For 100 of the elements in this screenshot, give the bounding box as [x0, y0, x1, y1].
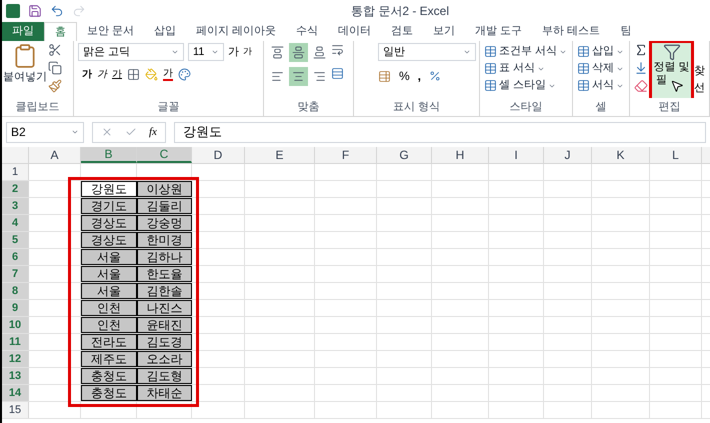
ribbon-button[interactable]: 조건부 서식	[484, 43, 568, 60]
ribbon-button[interactable]: 서식	[577, 77, 624, 94]
table-cell[interactable]: 서울	[81, 283, 137, 299]
table-cell[interactable]: 충청도	[81, 368, 137, 384]
ribbon-tab[interactable]: 수식	[286, 22, 328, 41]
table-cell[interactable]: 김한솔	[137, 283, 192, 299]
table-cell[interactable]: 충청도	[81, 385, 137, 401]
ribbon-tab[interactable]: 개발 도구	[465, 22, 532, 41]
border-icon[interactable]	[127, 68, 140, 81]
copy-icon[interactable]	[48, 61, 62, 75]
table-cell[interactable]: 윤태진	[137, 317, 192, 333]
column-header[interactable]: K	[592, 147, 650, 163]
ribbon-tab[interactable]: 홈	[44, 22, 77, 41]
ribbon-tab[interactable]: 보기	[423, 22, 466, 41]
caret-icon[interactable]	[171, 48, 179, 56]
ribbon-button[interactable]: 삽입	[577, 43, 624, 60]
table-cell[interactable]: 인천	[81, 300, 137, 316]
table-cell[interactable]: 강원도	[81, 181, 137, 197]
paste-button[interactable]: 붙여넣기	[6, 43, 44, 98]
table-cell[interactable]: 경기도	[81, 198, 137, 214]
bold-button[interactable]: 가	[82, 67, 92, 82]
font-color-button[interactable]: 가	[163, 68, 173, 80]
table-cell[interactable]: 차태순	[137, 385, 192, 401]
underline-button[interactable]: 가	[112, 67, 122, 82]
row-header[interactable]: 2	[2, 181, 29, 197]
ribbon-tab[interactable]: 팀	[610, 22, 642, 41]
sort-filter-button[interactable]: 정렬 및 필	[652, 43, 691, 98]
caret-icon[interactable]	[71, 128, 79, 136]
column-header[interactable]: C	[137, 147, 192, 163]
ribbon-button[interactable]: 삭제	[577, 60, 624, 77]
row-header[interactable]: 11	[2, 334, 29, 350]
column-header[interactable]: E	[245, 147, 315, 163]
ribbon-button[interactable]: 셀 스타일	[484, 77, 568, 94]
eraser-icon[interactable]	[634, 79, 648, 93]
name-box[interactable]: B2	[6, 122, 84, 142]
font-name-field[interactable]: 맑은 고딕	[78, 43, 184, 61]
row-header[interactable]: 7	[2, 266, 29, 282]
column-header[interactable]: L	[650, 147, 702, 163]
row-header[interactable]: 1	[2, 164, 29, 180]
fill-icon[interactable]	[634, 61, 648, 75]
function-label[interactable]: fx	[149, 124, 157, 140]
table-cell[interactable]: 경상도	[81, 215, 137, 231]
table-cell[interactable]: 제주도	[81, 351, 137, 367]
ribbon-button[interactable]: 표 서식	[484, 60, 568, 77]
cut-icon[interactable]	[48, 43, 62, 57]
column-header[interactable]: G	[377, 147, 432, 163]
formula-field[interactable]: 강원도	[174, 122, 706, 142]
row-header[interactable]: 10	[2, 317, 29, 333]
column-header[interactable]: B	[81, 147, 137, 163]
column-header[interactable]: I	[489, 147, 544, 163]
table-cell[interactable]: 인천	[81, 317, 137, 333]
percent-button[interactable]: %	[399, 67, 410, 85]
fill-color-icon[interactable]	[145, 68, 158, 81]
row-header[interactable]: 6	[2, 249, 29, 265]
italic-button[interactable]: 가	[97, 67, 107, 82]
table-cell[interactable]: 김둘리	[137, 198, 192, 214]
table-cell[interactable]: 김하나	[137, 249, 192, 265]
table-cell[interactable]: 오소라	[137, 351, 192, 367]
shrink-font-button[interactable]: 가	[243, 45, 252, 59]
undo-icon[interactable]	[50, 4, 64, 18]
comma-button[interactable]: ,	[418, 67, 422, 85]
cancel-icon[interactable]	[101, 126, 113, 138]
column-header[interactable]: F	[315, 147, 377, 163]
row-header[interactable]: 9	[2, 300, 29, 316]
sum-icon[interactable]	[634, 43, 648, 57]
row-header[interactable]: 15	[2, 402, 29, 418]
row-header[interactable]: 13	[2, 368, 29, 384]
table-cell[interactable]: 한미경	[137, 232, 192, 248]
ribbon-tab[interactable]: 페이지 레이아웃	[186, 22, 286, 41]
row-header[interactable]: 14	[2, 385, 29, 401]
number-format-field[interactable]: 일반	[378, 43, 476, 61]
row-header[interactable]: 8	[2, 283, 29, 299]
column-header[interactable]: D	[192, 147, 245, 163]
row-header[interactable]: 12	[2, 351, 29, 367]
format-painter-icon[interactable]	[48, 79, 62, 93]
vertical-align-button[interactable]	[289, 43, 308, 62]
ribbon-tab[interactable]: 데이터	[328, 22, 382, 41]
caret-icon[interactable]	[463, 48, 471, 56]
enter-icon[interactable]	[125, 126, 137, 138]
table-cell[interactable]: 서울	[81, 249, 137, 265]
grow-font-button[interactable]: 가	[228, 44, 239, 60]
row-header[interactable]: 5	[2, 232, 29, 248]
caret-icon[interactable]	[211, 48, 219, 56]
ribbon-tab[interactable]: 보안 문서	[77, 22, 144, 41]
ribbon-tab[interactable]: 부하 테스트	[532, 22, 610, 41]
table-cell[interactable]: 김도형	[137, 368, 192, 384]
font-size-field[interactable]: 11	[188, 43, 224, 61]
table-cell[interactable]: 이상원	[137, 181, 192, 197]
table-cell[interactable]: 서울	[81, 266, 137, 282]
table-cell[interactable]: 경상도	[81, 232, 137, 248]
ribbon-tab[interactable]: 삽입	[144, 22, 186, 41]
table-cell[interactable]: 김도경	[137, 334, 192, 350]
row-header[interactable]: 4	[2, 215, 29, 231]
table-cell[interactable]: 전라도	[81, 334, 137, 350]
row-header[interactable]: 3	[2, 198, 29, 214]
ribbon-tab[interactable]: 검토	[381, 22, 424, 41]
save-icon[interactable]	[28, 4, 42, 18]
ribbon-tab[interactable]: 파일	[2, 22, 44, 41]
column-header[interactable]: H	[432, 147, 489, 163]
column-header[interactable]: J	[544, 147, 592, 163]
